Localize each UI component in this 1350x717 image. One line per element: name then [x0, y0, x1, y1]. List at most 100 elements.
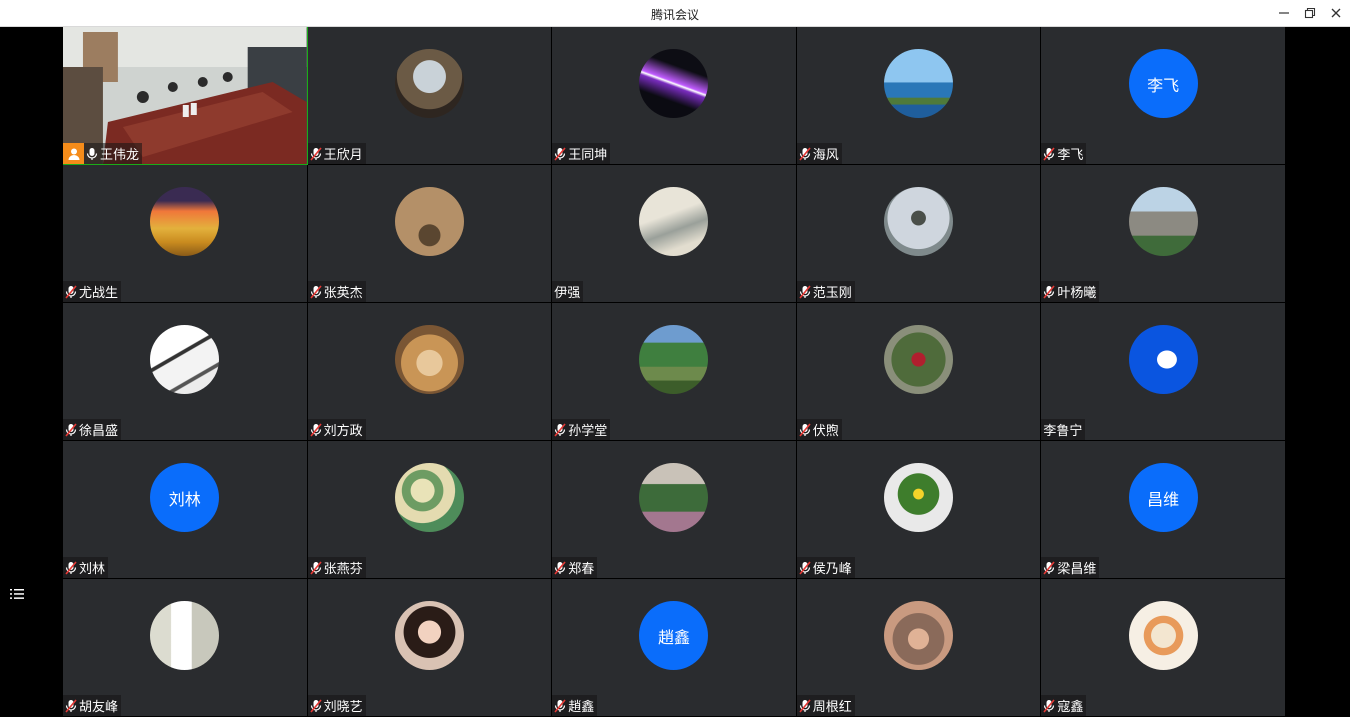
participant-name: 侯乃峰 [812, 562, 852, 577]
participant-name: 范玉刚 [812, 286, 852, 301]
nameplate: 王伟龙 [84, 143, 143, 164]
participant-tile[interactable]: 张英杰 [307, 165, 553, 303]
participant-tile[interactable]: 范玉刚 [796, 165, 1042, 303]
mic-muted-icon [309, 560, 322, 575]
avatar [394, 601, 464, 670]
avatar [394, 325, 464, 394]
nameplate: 伊强 [552, 281, 584, 302]
nameplate: 海风 [796, 143, 842, 164]
close-button[interactable] [1325, 3, 1347, 23]
participant-list-icon [10, 589, 24, 599]
mic-on-icon [86, 147, 98, 160]
avatar [1128, 187, 1198, 256]
restore-icon [1304, 7, 1316, 19]
participant-tile[interactable]: 孙学堂 [552, 303, 797, 441]
avatar [394, 463, 464, 532]
mic-muted-icon [554, 698, 566, 713]
mic-muted-icon [554, 422, 566, 437]
window-title: 腾讯会议 [650, 8, 699, 22]
avatar [639, 187, 709, 256]
participant-name: 徐昌盛 [79, 424, 119, 439]
participant-tile[interactable]: 侯乃峰 [796, 441, 1042, 579]
participant-tile[interactable]: 寇鑫 [1041, 579, 1286, 717]
participant-tile[interactable]: 王同坤 [552, 27, 797, 165]
host-badge [63, 143, 84, 164]
nameplate: 徐昌盛 [63, 419, 122, 440]
participant-tile[interactable]: 李鲁宁 [1041, 303, 1286, 441]
participant-name: 张燕芬 [323, 562, 363, 577]
participant-name: 叶杨曦 [1057, 286, 1097, 301]
participant-tile[interactable]: 海风 [796, 27, 1042, 165]
restore-button[interactable] [1299, 3, 1321, 23]
nameplate: 李鲁宁 [1041, 419, 1086, 440]
mic-muted-icon [1043, 698, 1055, 713]
participant-tile[interactable]: 尤战生 [63, 165, 308, 303]
participant-name: 刘林 [79, 562, 106, 577]
participant-tile[interactable]: 张燕芬 [307, 441, 553, 579]
nameplate: 张燕芬 [307, 557, 366, 578]
participant-name: 伊强 [554, 286, 581, 301]
nameplate: 梁昌维 [1041, 557, 1100, 578]
nameplate: 胡友峰 [63, 695, 122, 716]
avatar-initials: 昌维 [1128, 463, 1198, 532]
avatar [639, 325, 709, 394]
participant-name: 胡友峰 [79, 700, 119, 715]
avatar [884, 325, 954, 394]
participant-tile[interactable]: 郑春 [552, 441, 797, 579]
participant-name: 海风 [812, 148, 839, 163]
meeting-stage: 王伟龙 王欣月 王同坤 海风 李飞 李飞 尤战生 张英杰 伊强 范玉刚 叶杨曦 徐昌盛 刘方政 孙学堂 伏煦… [0, 27, 1350, 717]
minimize-button[interactable] [1273, 3, 1295, 23]
participant-tile[interactable]: 刘方政 [307, 303, 553, 441]
mic-muted-icon [1043, 284, 1055, 299]
participant-tile[interactable]: 伊强 [552, 165, 797, 303]
nameplate: 侯乃峰 [796, 557, 855, 578]
participant-tile[interactable]: 王伟龙 [63, 27, 308, 165]
nameplate: 寇鑫 [1041, 695, 1087, 716]
mic-muted-icon [65, 284, 77, 299]
participant-list-button[interactable] [6, 583, 28, 605]
avatar [150, 325, 220, 394]
participant-name: 孙学堂 [568, 424, 608, 439]
participant-tile[interactable]: 胡友峰 [63, 579, 308, 717]
participant-grid: 王伟龙 王欣月 王同坤 海风 李飞 李飞 尤战生 张英杰 伊强 范玉刚 叶杨曦 徐昌盛 刘方政 孙学堂 伏煦… [63, 27, 1286, 717]
nameplate: 叶杨曦 [1041, 281, 1100, 302]
avatar [1128, 601, 1198, 670]
mic-muted-icon [1043, 560, 1055, 575]
avatar-initials: 李飞 [1128, 49, 1198, 118]
participant-name: 王欣月 [323, 148, 363, 163]
avatar [1128, 325, 1198, 394]
mic-muted-icon [65, 422, 77, 437]
participant-name: 李鲁宁 [1043, 424, 1083, 439]
avatar [884, 463, 954, 532]
nameplate: 李飞 [1041, 143, 1087, 164]
participant-tile[interactable]: 伏煦 [796, 303, 1042, 441]
nameplate: 王同坤 [552, 143, 611, 164]
mic-muted-icon [799, 422, 811, 437]
participant-name: 刘晓艺 [323, 700, 363, 715]
participant-tile[interactable]: 周根红 [796, 579, 1042, 717]
title-bar: 腾讯会议 [0, 0, 1350, 27]
participant-tile[interactable]: 刘晓艺 [307, 579, 553, 717]
participant-name: 尤战生 [79, 286, 119, 301]
participant-tile[interactable]: 昌维梁昌维 [1041, 441, 1286, 579]
mic-muted-icon [799, 146, 811, 161]
participant-tile[interactable]: 王欣月 [307, 27, 553, 165]
nameplate: 周根红 [796, 695, 855, 716]
participant-name: 张英杰 [323, 286, 363, 301]
mic-muted-icon [309, 422, 322, 437]
host-icon [68, 148, 79, 160]
participant-tile[interactable]: 李飞 李飞 [1041, 27, 1286, 165]
nameplate: 伏煦 [796, 419, 842, 440]
participant-name: 王伟龙 [100, 148, 140, 163]
participant-tile[interactable]: 徐昌盛 [63, 303, 308, 441]
participant-tile[interactable]: 趙鑫 趙鑫 [552, 579, 797, 717]
nameplate: 范玉刚 [796, 281, 855, 302]
avatar [394, 187, 464, 256]
mic-muted-icon [799, 284, 811, 299]
avatar [639, 463, 709, 532]
mic-muted-icon [554, 146, 566, 161]
avatar [394, 49, 464, 118]
participant-tile[interactable]: 叶杨曦 [1041, 165, 1286, 303]
nameplate: 刘方政 [307, 419, 366, 440]
participant-tile[interactable]: 刘林 刘林 [63, 441, 308, 579]
